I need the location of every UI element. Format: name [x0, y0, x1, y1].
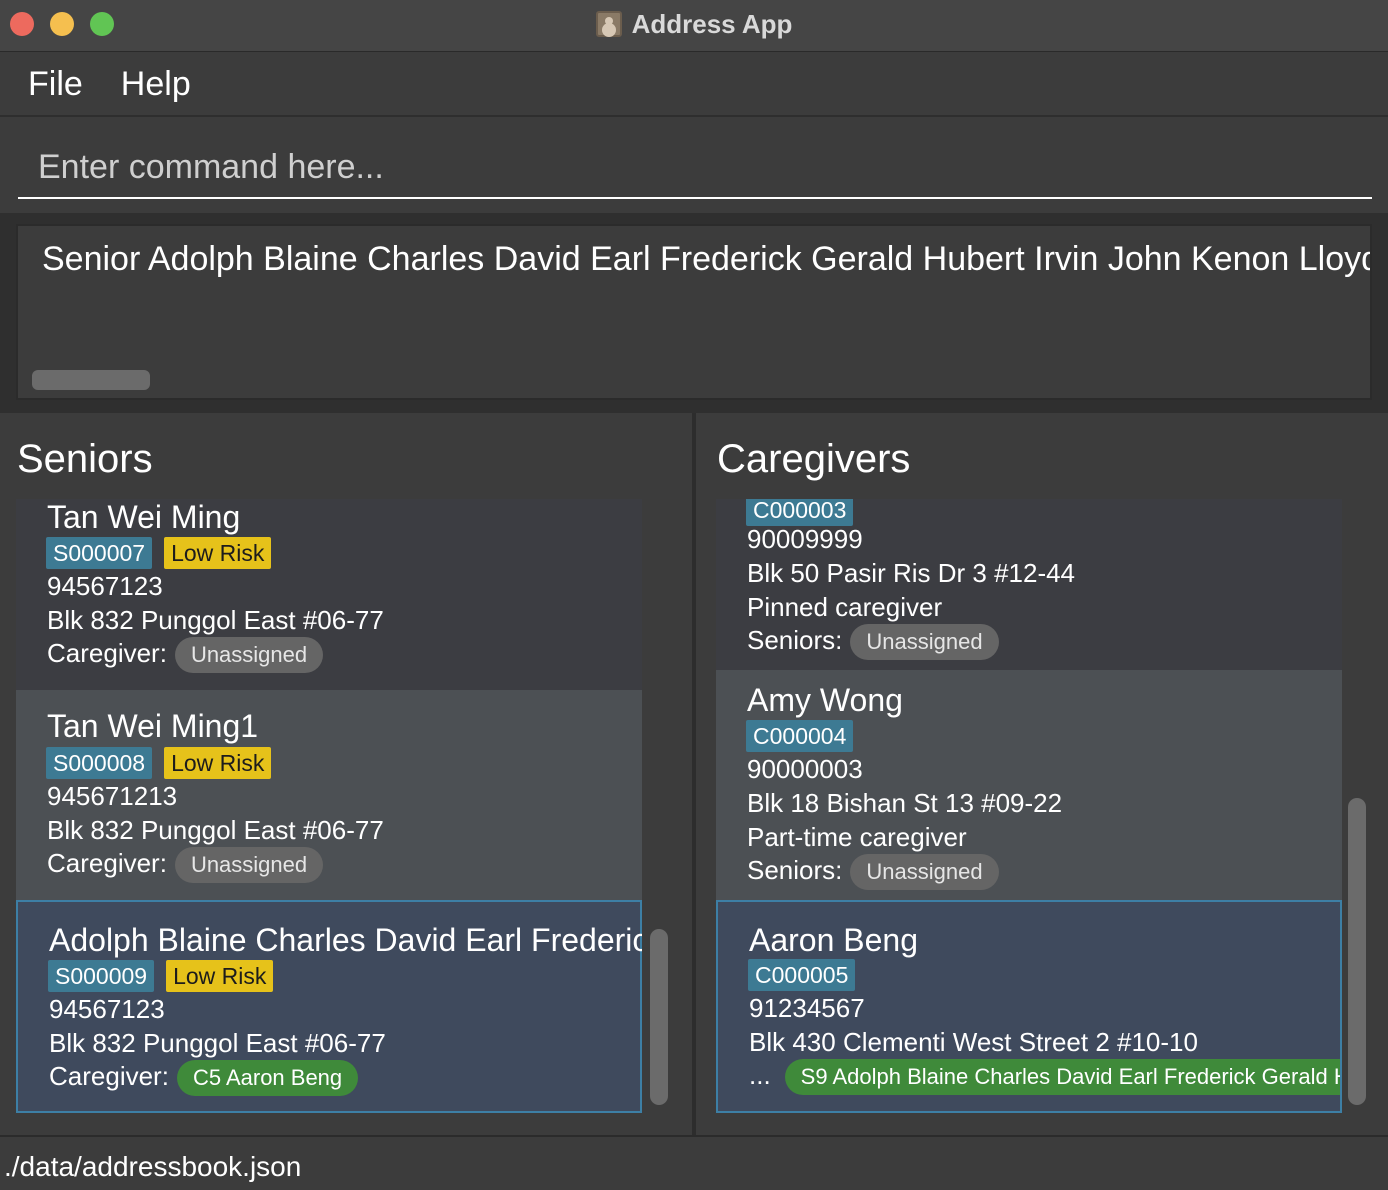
risk-tag: Low Risk [166, 960, 274, 992]
status-bar: ./data/addressbook.json [0, 1135, 1388, 1190]
caregiver-id-tag: C000003 [746, 499, 854, 526]
senior-phone: 94567123 [49, 994, 165, 1024]
senior-id-tag: S000008 [46, 747, 153, 779]
senior-id-tag: S000009 [48, 960, 155, 992]
result-text: Senior Adolph Blaine Charles David Earl … [42, 240, 1372, 278]
caregiver-name: Amy Wong [747, 682, 903, 718]
menu-file[interactable]: File [28, 65, 83, 104]
senior-id-tag: S000007 [46, 537, 153, 569]
caregiver-phone: 90009999 [747, 524, 863, 554]
seniors-pill: Unassigned [850, 624, 999, 660]
senior-address: Blk 832 Punggol East #06-77 [47, 815, 384, 845]
caregiver-address: Blk 50 Pasir Ris Dr 3 #12-44 [747, 558, 1076, 588]
risk-tag: Low Risk [164, 537, 272, 569]
senior-card[interactable]: Tan Wei Ming S000007 Low Risk 94567123 B… [16, 499, 642, 690]
seniors-pill: S9 Adolph Blaine Charles David Earl Fred… [784, 1059, 1340, 1095]
caregiver-address: Blk 18 Bishan St 13 #09-22 [747, 788, 1063, 818]
senior-address: Blk 832 Punggol East #06-77 [47, 605, 384, 635]
senior-phone: 94567123 [47, 571, 163, 601]
senior-card[interactable]: Tan Wei Ming1 S000008 Low Risk 945671213… [16, 690, 642, 900]
senior-phone: 945671213 [47, 781, 178, 811]
caregiver-note: Pinned caregiver [747, 592, 943, 622]
command-input[interactable] [18, 137, 1372, 199]
senior-name: Tan Wei Ming1 [47, 708, 259, 744]
caregiver-label: Caregiver: [49, 1060, 169, 1091]
window-title: Address App [631, 8, 793, 39]
caregiver-pill: Unassigned [174, 637, 324, 673]
seniors-pill: Unassigned [850, 854, 999, 890]
senior-address: Blk 832 Punggol East #06-77 [49, 1028, 386, 1058]
caregiver-name: Aaron Beng [749, 922, 919, 958]
caregivers-panel: Caregivers C000003 90009999 Blk 50 Pasir… [696, 413, 1388, 1135]
result-display: Senior Adolph Blaine Charles David Earl … [16, 224, 1372, 400]
caregiver-label: Caregiver: [47, 847, 167, 878]
senior-name: Adolph Blaine Charles David Earl Frederi… [49, 922, 642, 958]
caregiver-id-tag: C000004 [746, 720, 854, 752]
caregiver-pill: C5 Aaron Beng [176, 1060, 359, 1096]
caregiver-card[interactable]: C000003 90009999 Blk 50 Pasir Ris Dr 3 #… [716, 499, 1342, 670]
caregiver-id-tag: C000005 [748, 959, 856, 991]
address-book-icon [595, 11, 622, 37]
caregiver-phone: 90000003 [747, 754, 863, 784]
seniors-list[interactable]: Tan Wei Ming S000007 Low Risk 94567123 B… [16, 499, 642, 1115]
menu-help[interactable]: Help [121, 65, 191, 104]
senior-card-selected[interactable]: Adolph Blaine Charles David Earl Frederi… [16, 900, 642, 1113]
file-path: ./data/addressbook.json [4, 1151, 302, 1182]
caregiver-label: Caregiver: [47, 637, 167, 668]
risk-tag: Low Risk [164, 747, 272, 779]
caregiver-note: Part-time caregiver [747, 822, 967, 852]
command-area [0, 119, 1388, 213]
seniors-label: Seniors: [747, 624, 843, 655]
caregiver-pill: Unassigned [174, 847, 324, 883]
title-bar: Address App [0, 0, 1388, 52]
caregiver-card[interactable]: Amy Wong C000004 90000003 Blk 18 Bishan … [716, 670, 1342, 900]
caregivers-list[interactable]: C000003 90009999 Blk 50 Pasir Ris Dr 3 #… [716, 499, 1342, 1115]
result-horizontal-scrollbar[interactable] [32, 370, 150, 390]
caregivers-title: Caregivers [717, 437, 911, 481]
caregiver-phone: 91234567 [749, 993, 865, 1023]
menu-bar: File Help [0, 53, 1388, 117]
caregiver-address: Blk 430 Clementi West Street 2 #10-10 [749, 1027, 1198, 1057]
seniors-label: Seniors: [747, 854, 843, 885]
seniors-scrollbar[interactable] [650, 929, 668, 1105]
caregivers-scrollbar[interactable] [1348, 798, 1366, 1105]
senior-name: Tan Wei Ming [47, 499, 241, 535]
seniors-overflow-ellipsis: ... [749, 1059, 771, 1090]
seniors-title: Seniors [17, 437, 153, 481]
seniors-panel: Seniors Tan Wei Ming S000007 Low Risk 94… [0, 413, 692, 1135]
caregiver-card-selected[interactable]: Aaron Beng C000005 91234567 Blk 430 Clem… [716, 900, 1342, 1113]
